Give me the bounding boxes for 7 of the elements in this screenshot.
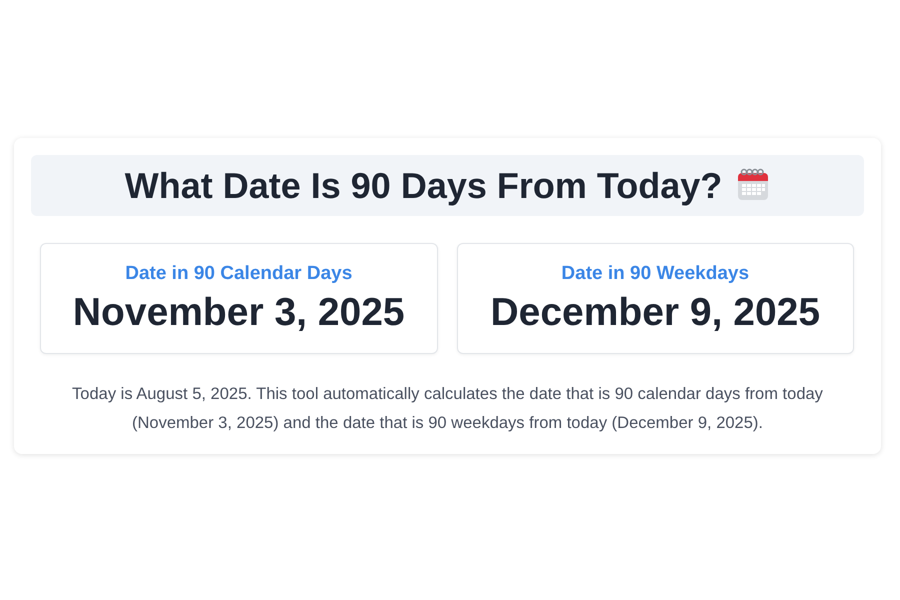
- calendar-icon: [736, 166, 770, 200]
- page-title: What Date Is 90 Days From Today?: [124, 164, 722, 206]
- result-label: Date in 90 Calendar Days: [125, 262, 352, 284]
- result-date: November 3, 2025: [72, 290, 405, 334]
- description-text: Today is August 5, 2025. This tool automatically calculates the date that is 90 calendar days from today (November 3, 2025) and the date that is 90 weekdays from today (December 9, 2025).: [71, 384, 824, 434]
- result-date: December 9, 2025: [490, 290, 820, 334]
- result-label: Date in 90 Weekdays: [561, 262, 750, 284]
